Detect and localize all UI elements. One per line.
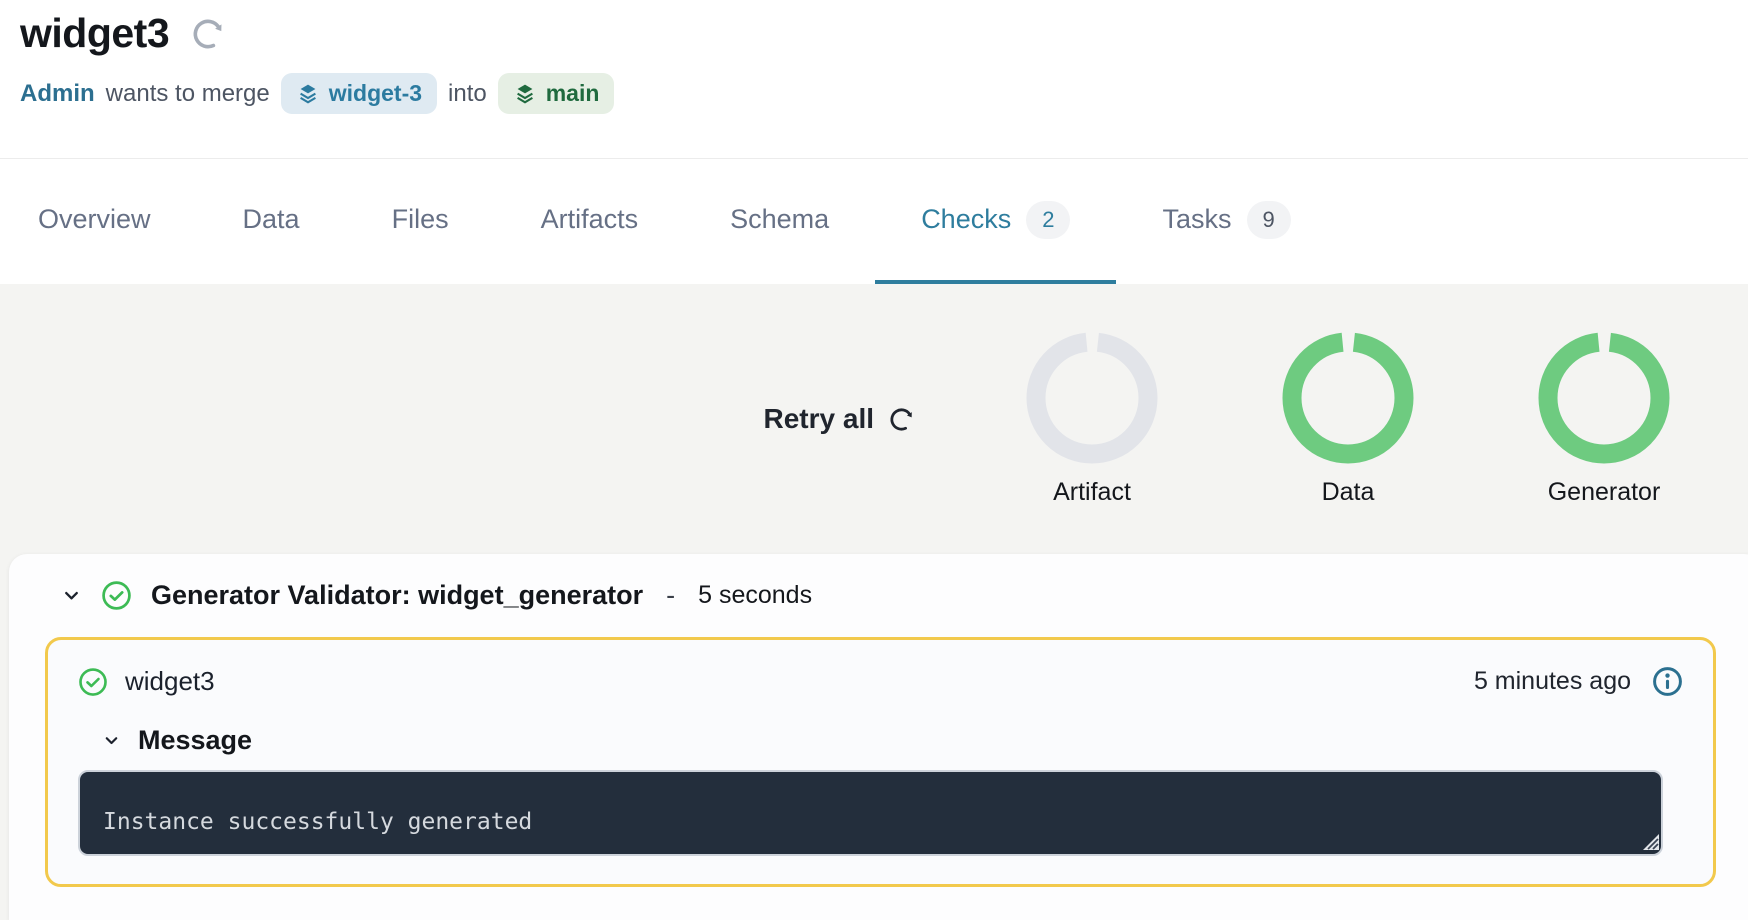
collapse-chevron-icon[interactable] [61,585,82,606]
tab-checks[interactable]: Checks 2 [875,159,1116,284]
donut-label: Data [1322,478,1375,507]
page-title: widget3 [20,10,169,57]
result-name: widget3 [125,666,215,697]
page-header: widget3 Admin wants to merge widget-3 in… [0,0,1748,158]
donut-chart-data: Data [1268,332,1428,507]
tab-label: Schema [730,204,829,235]
tab-count-badge: 2 [1026,201,1070,239]
merge-description: Admin wants to merge widget-3 into main [20,73,1748,114]
merge-text: wants to merge [106,80,270,108]
merge-author-link[interactable]: Admin [20,80,95,108]
tab-label: Tasks [1162,204,1231,235]
source-branch-badge[interactable]: widget-3 [281,73,437,114]
tab-label: Data [243,204,300,235]
check-success-icon [78,667,108,697]
target-branch-badge[interactable]: main [498,73,615,114]
retry-all-label: Retry all [764,403,875,435]
branch-stack-icon [513,82,537,106]
tab-files[interactable]: Files [346,159,495,284]
tabbar: Overview Data Files Artifacts Schema Che… [0,158,1748,284]
source-branch-label: widget-3 [329,80,422,107]
tab-label: Overview [38,204,151,235]
donut-chart-generator: Generator [1524,332,1684,507]
check-group-card: Generator Validator: widget_generator - … [9,554,1748,920]
check-result-card: widget3 5 minutes ago Message Instance s… [45,637,1716,887]
check-success-icon [101,580,132,611]
tab-label: Checks [921,204,1011,235]
tab-count-badge: 9 [1247,201,1291,239]
tab-label: Files [392,204,449,235]
donut-ring [1026,332,1158,464]
donut-chart-artifact: Artifact [1012,332,1172,507]
info-button[interactable] [1652,666,1683,697]
separator-dash: - [666,580,675,611]
message-section-header[interactable]: Message [102,725,1683,756]
donut-label: Artifact [1053,478,1131,507]
message-console: Instance successfully generated [78,770,1663,856]
tab-schema[interactable]: Schema [684,159,875,284]
retry-icon [887,405,916,434]
tab-data[interactable]: Data [197,159,346,284]
message-textarea[interactable]: Instance successfully generated [78,770,1663,856]
donut-ring [1282,332,1414,464]
donut-ring [1538,332,1670,464]
tab-artifacts[interactable]: Artifacts [495,159,685,284]
info-icon [1652,666,1683,697]
target-branch-label: main [546,80,600,107]
donut-label: Generator [1548,478,1661,507]
result-timestamp: 5 minutes ago [1474,667,1631,696]
retry-all-button[interactable]: Retry all [764,403,917,435]
refresh-button[interactable] [189,15,227,53]
tab-label: Artifacts [541,204,639,235]
tab-overview[interactable]: Overview [0,159,197,284]
refresh-icon [189,15,227,53]
tab-tasks[interactable]: Tasks 9 [1116,159,1336,284]
check-group-title: Generator Validator: widget_generator [151,580,643,611]
checks-summary-band: Retry all Artifact Data Generator [0,284,1748,554]
check-group-header[interactable]: Generator Validator: widget_generator - … [9,554,1748,611]
message-label: Message [138,725,252,756]
result-header: widget3 5 minutes ago [78,666,1683,697]
message-chevron-icon[interactable] [102,731,121,750]
branch-stack-icon [296,82,320,106]
merge-into-text: into [448,80,487,108]
check-duration: 5 seconds [698,581,812,610]
checks-panel: Retry all Artifact Data Generator G [0,284,1748,920]
